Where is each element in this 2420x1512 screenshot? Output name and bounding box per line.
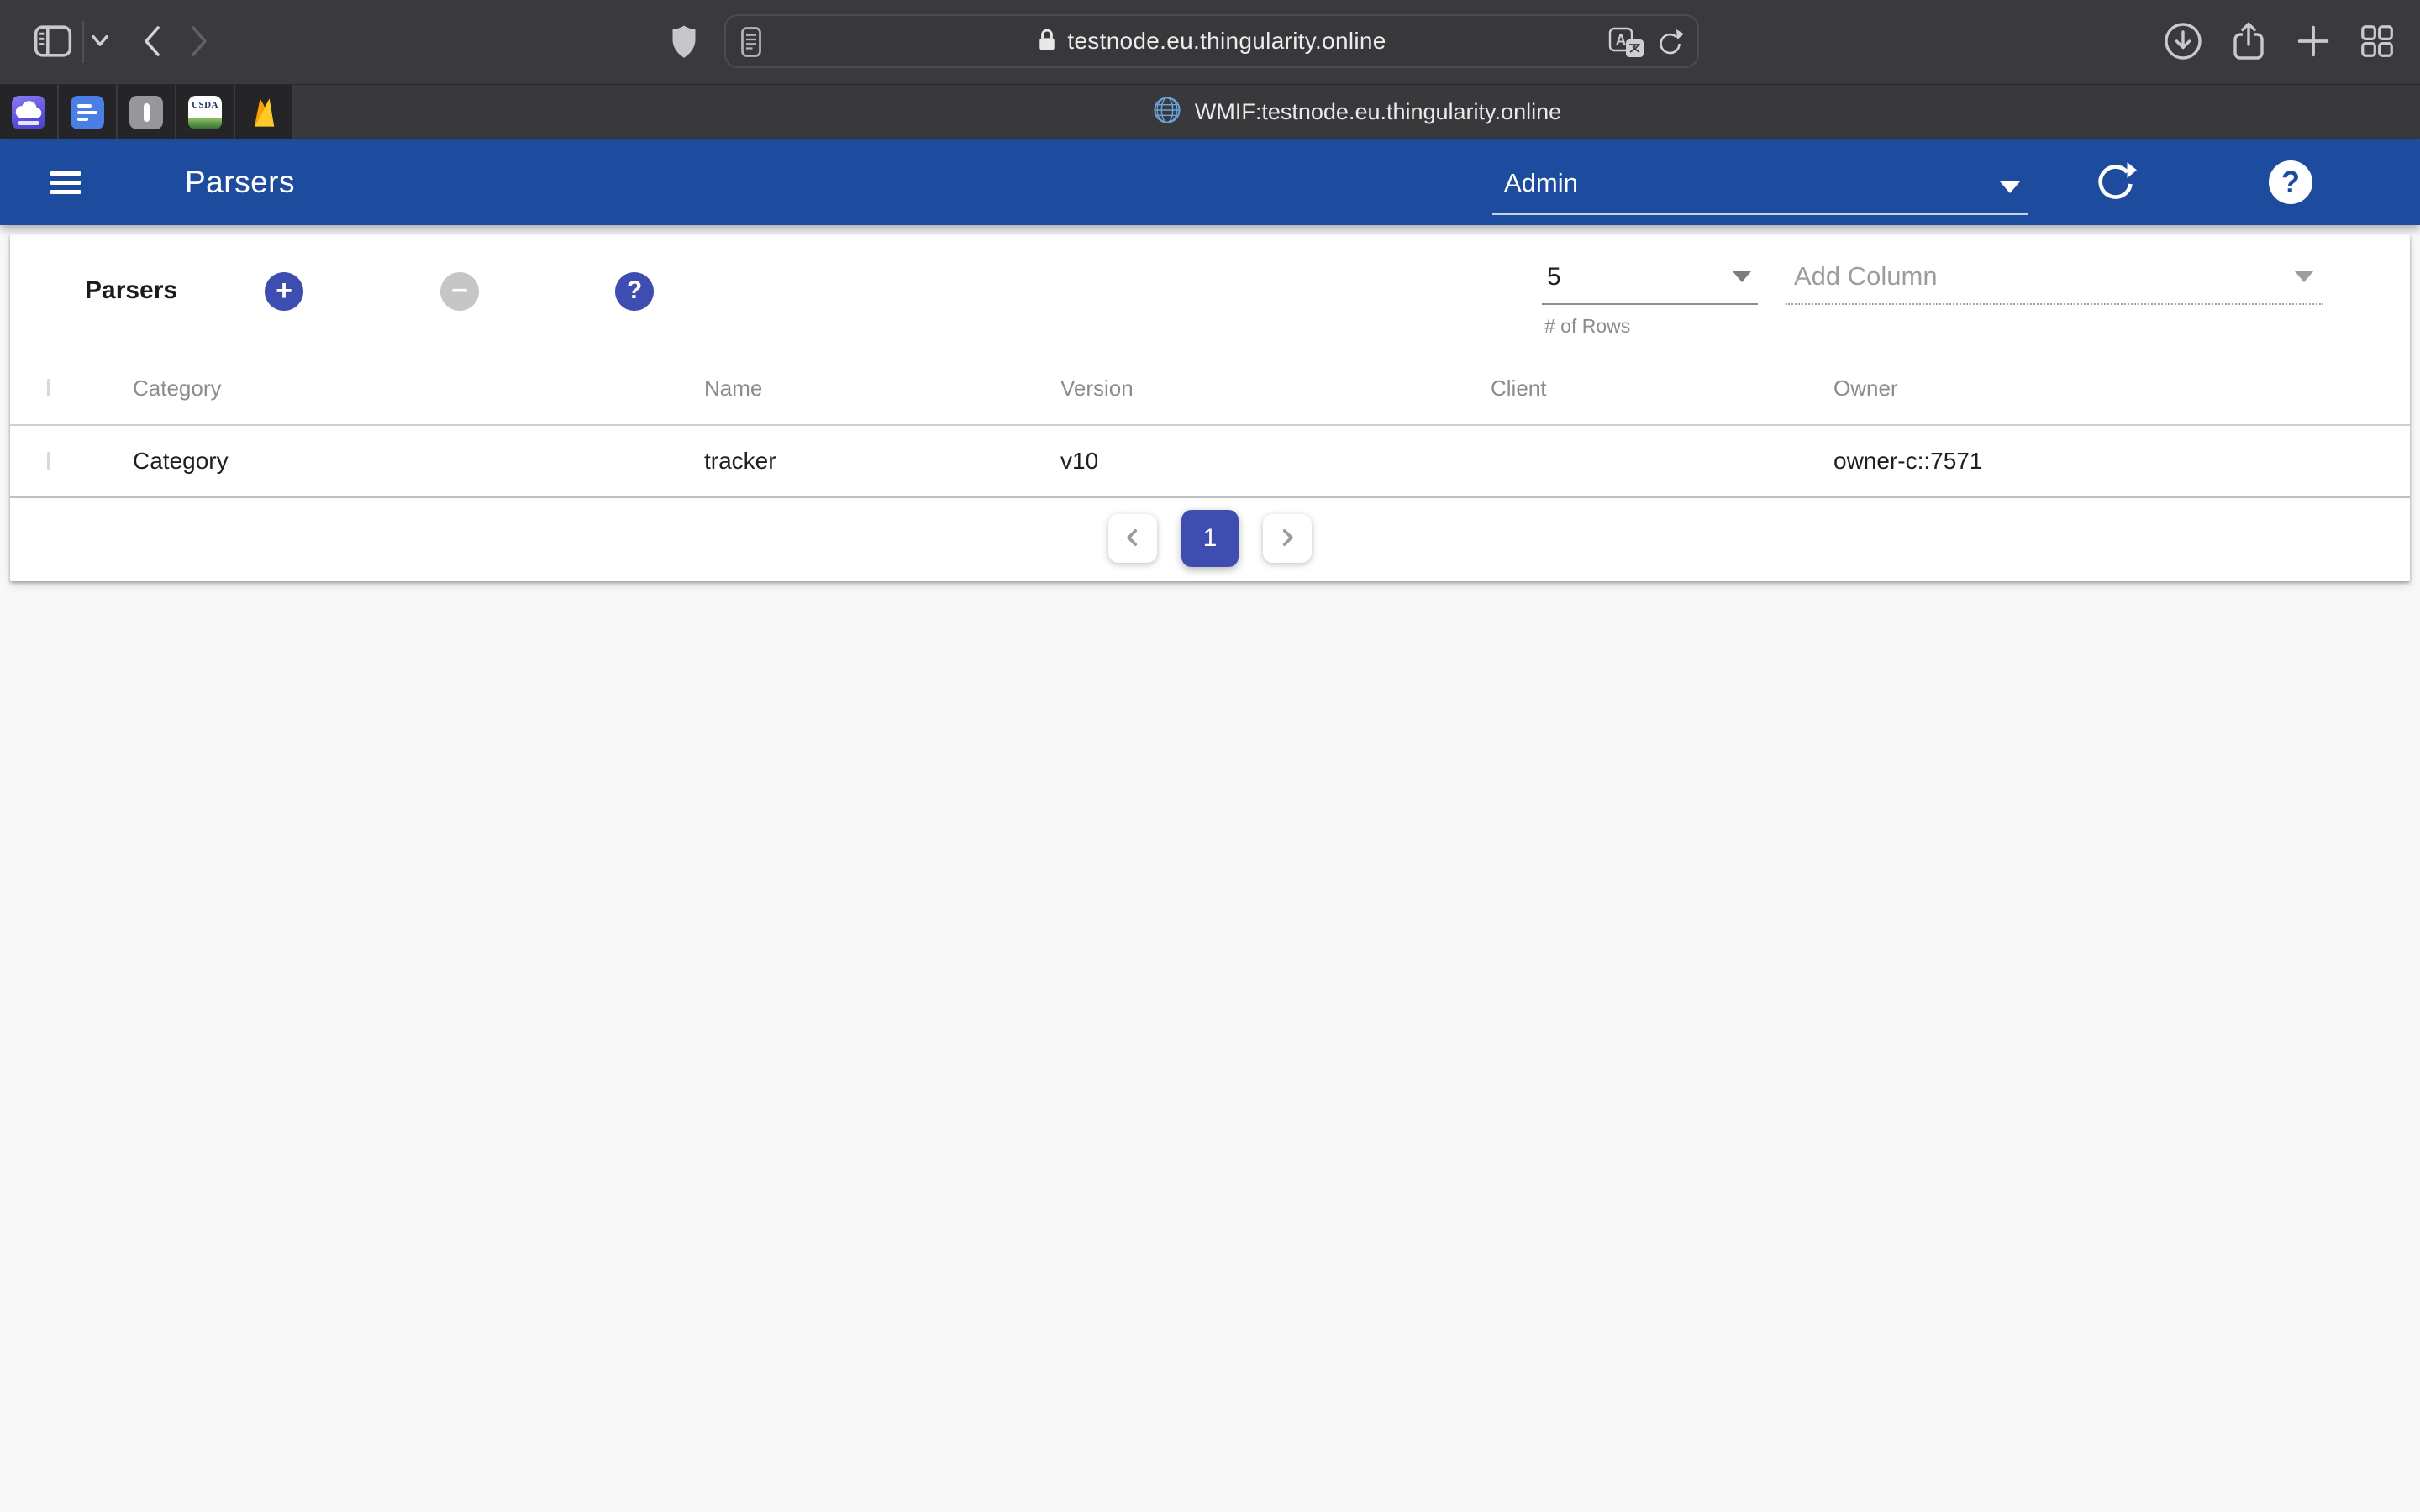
tab-group-dropdown-button[interactable]: [91, 34, 109, 50]
question-mark-icon: ?: [2281, 167, 2300, 197]
downloads-button[interactable]: [2163, 21, 2203, 64]
tab-bar: USDA: [0, 84, 2420, 139]
translate-icon[interactable]: A: [1608, 27, 1645, 65]
info-bar-icon: [129, 96, 163, 129]
browser-toolbar: testnode.eu.thingularity.online A: [0, 0, 2420, 84]
cell-name: tracker: [671, 448, 1027, 475]
remove-icon: −: [451, 276, 468, 305]
pagination: 1: [10, 498, 2410, 579]
refresh-button[interactable]: [2094, 160, 2138, 207]
column-header-name: Name: [671, 375, 1027, 402]
chevron-down-icon: [2000, 181, 2020, 193]
url-text: testnode.eu.thingularity.online: [1067, 28, 1386, 55]
menu-button[interactable]: [50, 171, 81, 194]
add-column-select[interactable]: Add Column: [1786, 253, 2323, 305]
forward-icon: [188, 24, 210, 61]
back-icon: [141, 24, 163, 61]
globe-icon: [1153, 96, 1181, 129]
rows-per-page-value: 5: [1547, 263, 1561, 291]
app-bar: Parsers Admin ?: [0, 139, 2420, 225]
table-header-row: Category Name Version Client Owner: [10, 352, 2410, 426]
plus-icon: [2294, 22, 2333, 63]
usda-icon: USDA: [188, 96, 222, 129]
pinned-tab-docs[interactable]: [59, 85, 118, 139]
page-background: Parsers + − ? 5 # of Rows Add Column: [0, 225, 2420, 1512]
back-button[interactable]: [141, 24, 163, 61]
help-circle-button[interactable]: ?: [615, 272, 654, 311]
parsers-card: Parsers + − ? 5 # of Rows Add Column: [10, 234, 2410, 581]
hamburger-icon: [50, 171, 81, 176]
cell-category: Category: [99, 448, 671, 475]
card-toolbar: Parsers + − ? 5 # of Rows Add Column: [10, 234, 2410, 352]
share-icon: [2228, 21, 2269, 64]
chevron-right-icon: [1276, 527, 1298, 551]
address-bar[interactable]: testnode.eu.thingularity.online A: [724, 14, 1699, 68]
active-tab[interactable]: WMIF:testnode.eu.thingularity.online: [294, 85, 2420, 139]
previous-page-button[interactable]: [1108, 514, 1157, 563]
help-icon: ?: [627, 278, 642, 303]
column-header-owner: Owner: [1800, 375, 2410, 402]
sidebar-toggle-button[interactable]: [34, 24, 72, 60]
section-heading: Parsers: [85, 276, 177, 305]
pinned-tab-info[interactable]: [118, 85, 176, 139]
tab-overview-icon: [2358, 22, 2396, 63]
new-tab-button[interactable]: [2294, 22, 2333, 63]
pinned-tab-cloud[interactable]: [0, 85, 59, 139]
cell-version: v10: [1027, 448, 1457, 475]
tab-title: WMIF:testnode.eu.thingularity.online: [1195, 99, 1561, 125]
pinned-tab-usda[interactable]: USDA: [176, 85, 235, 139]
pinned-tab-firebase[interactable]: [235, 85, 294, 139]
toolbar-divider: [82, 21, 84, 63]
refresh-icon: [2094, 160, 2138, 207]
page-1-button[interactable]: 1: [1181, 510, 1239, 567]
shield-icon: [669, 24, 699, 62]
remove-parser-button[interactable]: −: [440, 272, 479, 311]
firebase-icon: [247, 96, 281, 129]
chevron-down-icon: [91, 34, 109, 50]
row-checkbox[interactable]: [47, 452, 50, 470]
forward-button[interactable]: [188, 24, 210, 61]
role-select[interactable]: Admin: [1492, 163, 2028, 215]
download-icon: [2163, 21, 2203, 64]
page-title: Parsers: [185, 165, 295, 200]
rows-per-page-select[interactable]: 5: [1542, 253, 1758, 305]
pinned-tabs: USDA: [0, 85, 294, 139]
column-header-category: Category: [99, 375, 671, 402]
dropdown-arrow-icon: [1733, 271, 1751, 282]
reader-icon[interactable]: [741, 27, 761, 61]
svg-text:A: A: [1616, 32, 1627, 49]
select-all-checkbox[interactable]: [47, 379, 50, 396]
document-lines-icon: [71, 96, 104, 129]
add-parser-button[interactable]: +: [265, 272, 303, 311]
lock-icon: [1037, 27, 1057, 56]
add-icon: +: [276, 276, 292, 305]
share-button[interactable]: [2228, 21, 2269, 64]
add-column-placeholder: Add Column: [1794, 261, 1938, 291]
table-row[interactable]: Category tracker v10 owner-c::7571: [10, 426, 2410, 498]
privacy-shield-button[interactable]: [669, 24, 699, 62]
column-header-client: Client: [1457, 375, 1800, 402]
dropdown-arrow-icon: [2295, 271, 2313, 282]
tab-overview-button[interactable]: [2358, 22, 2396, 63]
rows-per-page-label: # of Rows: [1544, 315, 1630, 338]
reload-icon[interactable]: [1657, 29, 1684, 61]
sidebar-toggle-icon: [34, 24, 72, 60]
cloud-icon: [12, 96, 45, 129]
chevron-left-icon: [1122, 527, 1144, 551]
column-header-version: Version: [1027, 375, 1457, 402]
help-button[interactable]: ?: [2269, 160, 2312, 204]
cell-owner: owner-c::7571: [1800, 448, 2410, 475]
role-select-value: Admin: [1504, 168, 1578, 198]
browser-window: testnode.eu.thingularity.online A: [0, 0, 2420, 1512]
next-page-button[interactable]: [1263, 514, 1312, 563]
